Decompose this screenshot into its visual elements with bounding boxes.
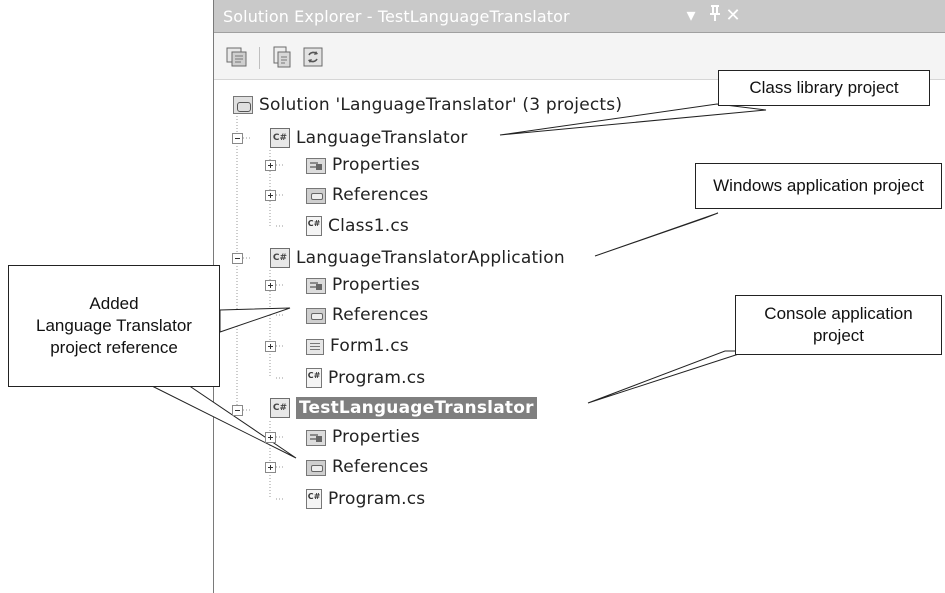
csharp-project-icon: C# — [270, 128, 290, 148]
solution-label: Solution 'LanguageTranslator' (3 project… — [259, 95, 623, 115]
collapse-toggle[interactable] — [232, 253, 243, 264]
csharp-project-icon: C# — [270, 398, 290, 418]
csharp-project-icon: C# — [270, 248, 290, 268]
solution-icon — [233, 96, 253, 114]
solution-node[interactable]: Solution 'LanguageTranslator' (3 project… — [233, 91, 622, 119]
properties-folder-icon — [306, 430, 326, 446]
tree-item-references[interactable]: References — [306, 453, 428, 481]
references-folder-icon — [306, 188, 326, 204]
form-file-icon — [306, 339, 324, 355]
callout-windows-app: Windows application project — [695, 163, 942, 209]
item-label: References — [332, 305, 429, 325]
tree-item-class1[interactable]: C# Class1.cs — [306, 212, 409, 240]
item-label: Properties — [332, 155, 420, 175]
item-label: References — [332, 185, 429, 205]
item-label: Form1.cs — [330, 336, 409, 356]
item-label: Properties — [332, 275, 420, 295]
project-node-languagetranslator[interactable]: C# LanguageTranslator — [270, 124, 468, 152]
item-label: Program.cs — [328, 368, 426, 388]
expand-toggle[interactable] — [265, 160, 276, 171]
callout-added-reference: Added Language Translator project refere… — [8, 265, 220, 387]
tree-item-properties[interactable]: Properties — [306, 423, 420, 451]
project-label: LanguageTranslatorApplication — [296, 248, 565, 268]
callout-console-app: Console application project — [735, 295, 942, 355]
references-folder-icon — [306, 460, 326, 476]
expand-toggle[interactable] — [265, 341, 276, 352]
close-icon[interactable]: ✕ — [722, 4, 744, 28]
expand-toggle[interactable] — [265, 432, 276, 443]
properties-folder-icon — [306, 278, 326, 294]
callout-class-library: Class library project — [718, 70, 930, 106]
tree-item-properties[interactable]: Properties — [306, 271, 420, 299]
references-folder-icon — [306, 308, 326, 324]
toolbar-separator — [259, 47, 260, 69]
copy-icon[interactable] — [224, 45, 250, 69]
csharp-file-icon: C# — [306, 216, 322, 236]
tree-item-references[interactable]: References — [306, 181, 428, 209]
csharp-file-icon: C# — [306, 489, 322, 509]
panel-title: Solution Explorer - TestLanguageTranslat… — [223, 7, 570, 26]
expand-toggle[interactable] — [265, 280, 276, 291]
tree-item-properties[interactable]: Properties — [306, 151, 420, 179]
project-label: LanguageTranslator — [296, 128, 468, 148]
project-label-selected: TestLanguageTranslator — [296, 397, 537, 419]
item-label: Properties — [332, 427, 420, 447]
title-bar: Solution Explorer - TestLanguageTranslat… — [214, 0, 945, 33]
collapse-toggle[interactable] — [232, 405, 243, 416]
properties-folder-icon — [306, 158, 326, 174]
project-node-languagetranslatorapplication[interactable]: C# LanguageTranslatorApplication — [270, 244, 565, 272]
item-label: Class1.cs — [328, 216, 409, 236]
properties-icon[interactable] — [269, 45, 295, 69]
csharp-file-icon: C# — [306, 368, 322, 388]
expand-toggle[interactable] — [265, 190, 276, 201]
tree-item-program[interactable]: C# Program.cs — [306, 364, 425, 392]
tree-item-form1[interactable]: Form1.cs — [306, 332, 409, 360]
dropdown-icon[interactable]: ▾ — [680, 4, 702, 28]
project-node-testlanguagetranslator[interactable]: C# TestLanguageTranslator — [270, 394, 537, 422]
expand-toggle[interactable] — [265, 462, 276, 473]
tree-item-program[interactable]: C# Program.cs — [306, 485, 425, 513]
item-label: Program.cs — [328, 489, 426, 509]
collapse-toggle[interactable] — [232, 133, 243, 144]
refresh-icon[interactable] — [300, 45, 326, 69]
tree-item-references[interactable]: References — [306, 301, 428, 329]
item-label: References — [332, 457, 429, 477]
